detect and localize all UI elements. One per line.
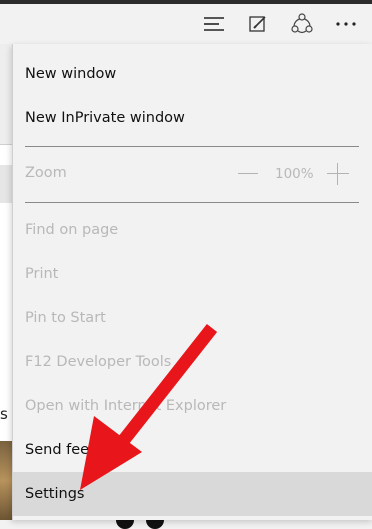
zoom-value: 100% (275, 166, 314, 182)
menu-item-new-inprivate-window[interactable]: New InPrivate window (13, 98, 372, 138)
zoom-in-button[interactable] (327, 163, 349, 185)
more-actions-button[interactable] (330, 8, 362, 40)
share-button[interactable] (286, 8, 318, 40)
menu-item-find-on-page[interactable]: Find on page (13, 210, 372, 250)
hub-icon (204, 17, 224, 31)
browser-toolbar (0, 4, 372, 44)
menu-item-open-with-ie[interactable]: Open with Internet Explorer (13, 386, 372, 426)
share-icon (291, 13, 313, 34)
web-note-icon (249, 16, 266, 32)
hub-button[interactable] (198, 8, 230, 40)
menu-item-developer-tools[interactable]: F12 Developer Tools (13, 342, 372, 382)
page-divider (0, 144, 12, 145)
menu-separator (25, 146, 359, 147)
menu-item-send-feedback[interactable]: Send feedb (13, 430, 372, 470)
menu-separator (25, 202, 359, 203)
more-actions-menu: New window New InPrivate window Zoom 100… (12, 44, 372, 520)
page-edge-text: s (0, 405, 8, 423)
menu-item-pin-to-start[interactable]: Pin to Start (13, 298, 372, 338)
page-image-edge (0, 441, 12, 520)
page-strip (0, 44, 12, 144)
menu-item-settings[interactable]: Settings (13, 472, 372, 516)
page-strip (0, 165, 12, 203)
zoom-out-button[interactable] (238, 173, 258, 174)
zoom-label: Zoom (25, 165, 67, 181)
zoom-row: Zoom 100% (13, 154, 372, 194)
web-note-button[interactable] (242, 8, 274, 40)
menu-item-print[interactable]: Print (13, 254, 372, 294)
more-actions-icon (336, 22, 356, 26)
menu-item-new-window[interactable]: New window (13, 54, 372, 94)
